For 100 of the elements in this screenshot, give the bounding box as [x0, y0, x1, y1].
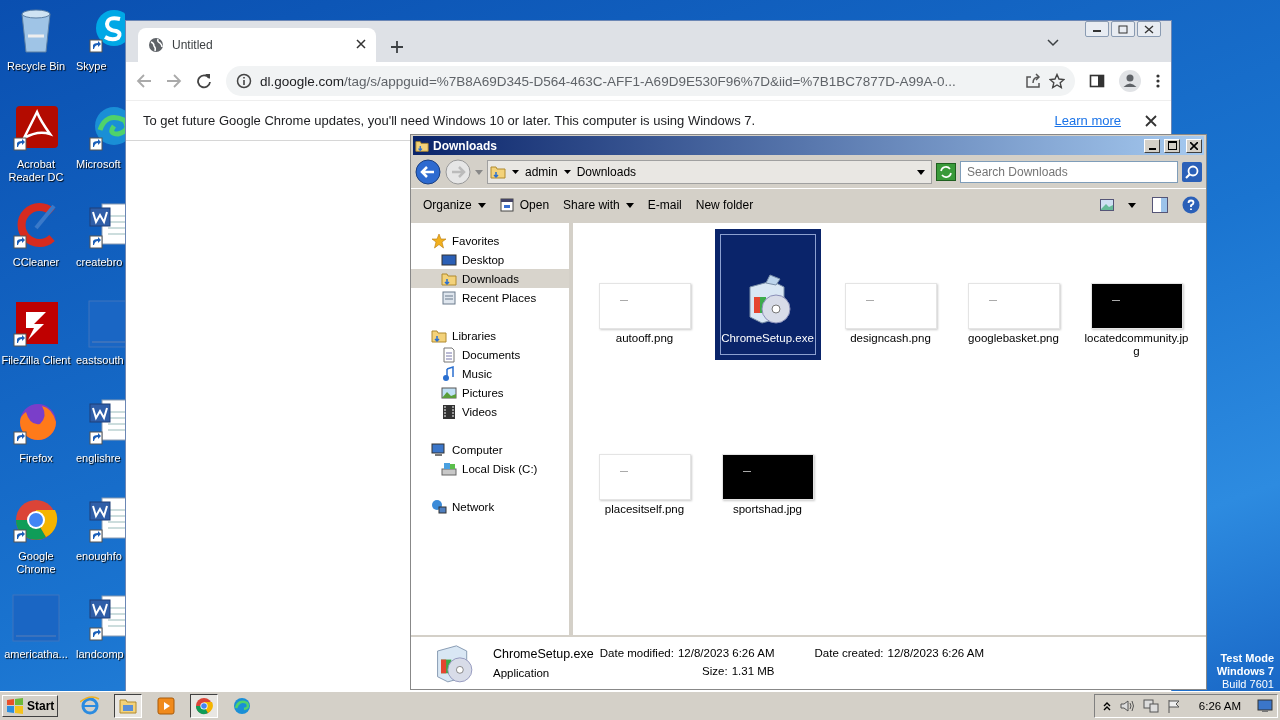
icon-label[interactable]: Skype — [76, 60, 107, 73]
close-icon[interactable] — [356, 39, 366, 49]
icon-label[interactable]: englishre — [76, 452, 121, 465]
side-panel-icon[interactable] — [1089, 73, 1105, 89]
toolbar-button[interactable]: New folder — [689, 195, 760, 215]
file-item[interactable]: ChromeSetup.exe — [714, 229, 821, 360]
folder-icon — [118, 696, 139, 716]
icon-label[interactable]: FileZilla Client — [1, 354, 71, 367]
preview-pane-icon[interactable] — [1152, 197, 1168, 213]
file-item[interactable]: locatedcommunity.jpg — [1083, 229, 1190, 360]
search-field[interactable]: Search Downloads — [960, 161, 1178, 183]
reload-icon[interactable] — [196, 73, 212, 89]
nav-item[interactable]: Local Disk (C:) — [411, 459, 569, 478]
new-tab-icon[interactable] — [390, 40, 404, 54]
star-icon — [431, 232, 447, 249]
toolbar-button[interactable]: E-mail — [641, 195, 688, 215]
profile-icon[interactable] — [1119, 70, 1141, 92]
file-item[interactable]: placesitself.png — [591, 400, 698, 518]
icon-label[interactable]: eastsouth — [76, 354, 124, 367]
help-icon[interactable] — [1182, 196, 1200, 214]
view-icon[interactable] — [1100, 199, 1114, 211]
field-value: 12/8/2023 6:26 AM — [887, 647, 985, 659]
icon-label[interactable]: Google Chrome — [1, 550, 71, 576]
toolbar-button[interactable]: Organize — [417, 195, 492, 215]
restore-icon — [1118, 24, 1128, 34]
dropdown-arrow-icon — [625, 202, 634, 208]
file-item[interactable]: autooff.png — [591, 229, 698, 360]
icon-label[interactable]: Microsoft — [76, 158, 121, 171]
search-icon[interactable] — [1182, 162, 1202, 182]
file-item[interactable]: sportshad.jpg — [714, 400, 821, 518]
blank-icon — [12, 594, 60, 642]
url-host: dl.google.com — [260, 73, 345, 89]
nav-item[interactable]: Pictures — [411, 383, 569, 402]
computer-icon — [431, 441, 447, 458]
field-value: 12/8/2023 6:26 AM — [677, 647, 775, 659]
toolbar-button[interactable]: Open — [493, 195, 556, 215]
browser-tab[interactable]: Untitled — [138, 28, 376, 62]
recent-places-icon — [441, 289, 457, 306]
maximize-button[interactable] — [1164, 138, 1180, 153]
speaker-icon[interactable] — [1118, 699, 1135, 713]
window-icon — [499, 198, 514, 212]
chevron-down-icon[interactable] — [1047, 39, 1059, 47]
nav-item[interactable]: Network — [411, 497, 569, 516]
breadcrumb-item[interactable]: Downloads — [576, 165, 637, 179]
nav-item[interactable]: Libraries — [411, 326, 569, 345]
swirl-icon — [232, 696, 253, 716]
nav-item[interactable]: Recent Places — [411, 288, 569, 307]
chevron-up-icon[interactable] — [1102, 701, 1111, 711]
nav-item[interactable]: Desktop — [411, 250, 569, 269]
breadcrumb-arrow-icon[interactable] — [563, 170, 571, 174]
icon-label[interactable]: Recycle Bin — [1, 60, 71, 73]
nav-item[interactable]: Documents — [411, 345, 569, 364]
network-icon[interactable] — [1142, 699, 1159, 713]
icon-label[interactable]: CCleaner — [1, 256, 71, 269]
system-text: Test Mode — [1220, 652, 1274, 665]
icon-label[interactable]: createbro — [76, 256, 123, 269]
pdf-icon — [12, 104, 60, 152]
menu-icon[interactable] — [1155, 73, 1161, 89]
address-bar[interactable]: dl.google.com/tag/s/appguid=%7B8A69D345-D564-463C-AFF1-A69D9E530F96%7D&iid=%7B1BC7877D-A99A-0... — [226, 66, 1075, 96]
taskbar-button[interactable] — [114, 694, 143, 718]
clock: 6:26 AM — [1198, 700, 1241, 712]
nav-item[interactable]: Downloads — [411, 269, 569, 288]
flag-icon[interactable] — [1166, 699, 1181, 713]
file-item[interactable]: googlebasket.png — [960, 229, 1067, 360]
file-type: Application — [493, 667, 551, 679]
close-button[interactable] — [1137, 21, 1161, 37]
star-icon[interactable] — [1049, 73, 1065, 89]
nav-item[interactable]: Computer — [411, 440, 569, 459]
dropdown-arrow-icon[interactable] — [1128, 202, 1136, 208]
share-icon[interactable] — [1025, 73, 1041, 89]
url-path: /tag/s/appguid=%7B8A69D345-D564-463C-AFF1-A69D9E530F96%7D&iid=%7B1BC7877D-A99A-0... — [344, 73, 956, 89]
nav-item[interactable]: Music — [411, 364, 569, 383]
lightning-tile-icon — [12, 300, 60, 348]
minimize-button[interactable] — [1085, 21, 1109, 37]
close-icon[interactable] — [1145, 114, 1157, 127]
icon-label[interactable]: Firefox — [1, 452, 71, 465]
toolbar-button[interactable]: Share with — [557, 195, 640, 215]
icon-label[interactable]: enoughfo — [76, 550, 122, 563]
breadcrumb-arrow-icon[interactable] — [512, 170, 519, 174]
icon-label[interactable]: landcomp — [76, 648, 124, 661]
show-desktop-icon[interactable] — [1257, 699, 1273, 713]
icon-label[interactable]: americatha... — [1, 648, 71, 661]
taskbar-button[interactable] — [190, 694, 219, 718]
address-bar[interactable]: admin Downloads — [487, 160, 932, 184]
learn-more-link[interactable]: Learn more — [1054, 113, 1121, 128]
file-name: ChromeSetup.exe — [493, 647, 594, 661]
nav-item[interactable]: Videos — [411, 402, 569, 421]
globe-icon — [148, 37, 164, 53]
file-item[interactable]: designcash.png — [837, 229, 944, 360]
dropdown-arrow-icon[interactable] — [917, 169, 925, 175]
start-button[interactable]: Start — [2, 695, 59, 717]
nav-item[interactable]: Favorites — [411, 231, 569, 250]
minimize-icon — [1148, 147, 1156, 150]
picture-icon — [441, 384, 457, 401]
film-icon — [441, 403, 457, 420]
blank-icon — [88, 300, 125, 348]
refresh-icon[interactable] — [936, 163, 956, 181]
icon-label[interactable]: Acrobat Reader DC — [1, 158, 71, 184]
breadcrumb-item[interactable]: admin — [525, 165, 558, 179]
media-player-icon — [156, 696, 177, 716]
